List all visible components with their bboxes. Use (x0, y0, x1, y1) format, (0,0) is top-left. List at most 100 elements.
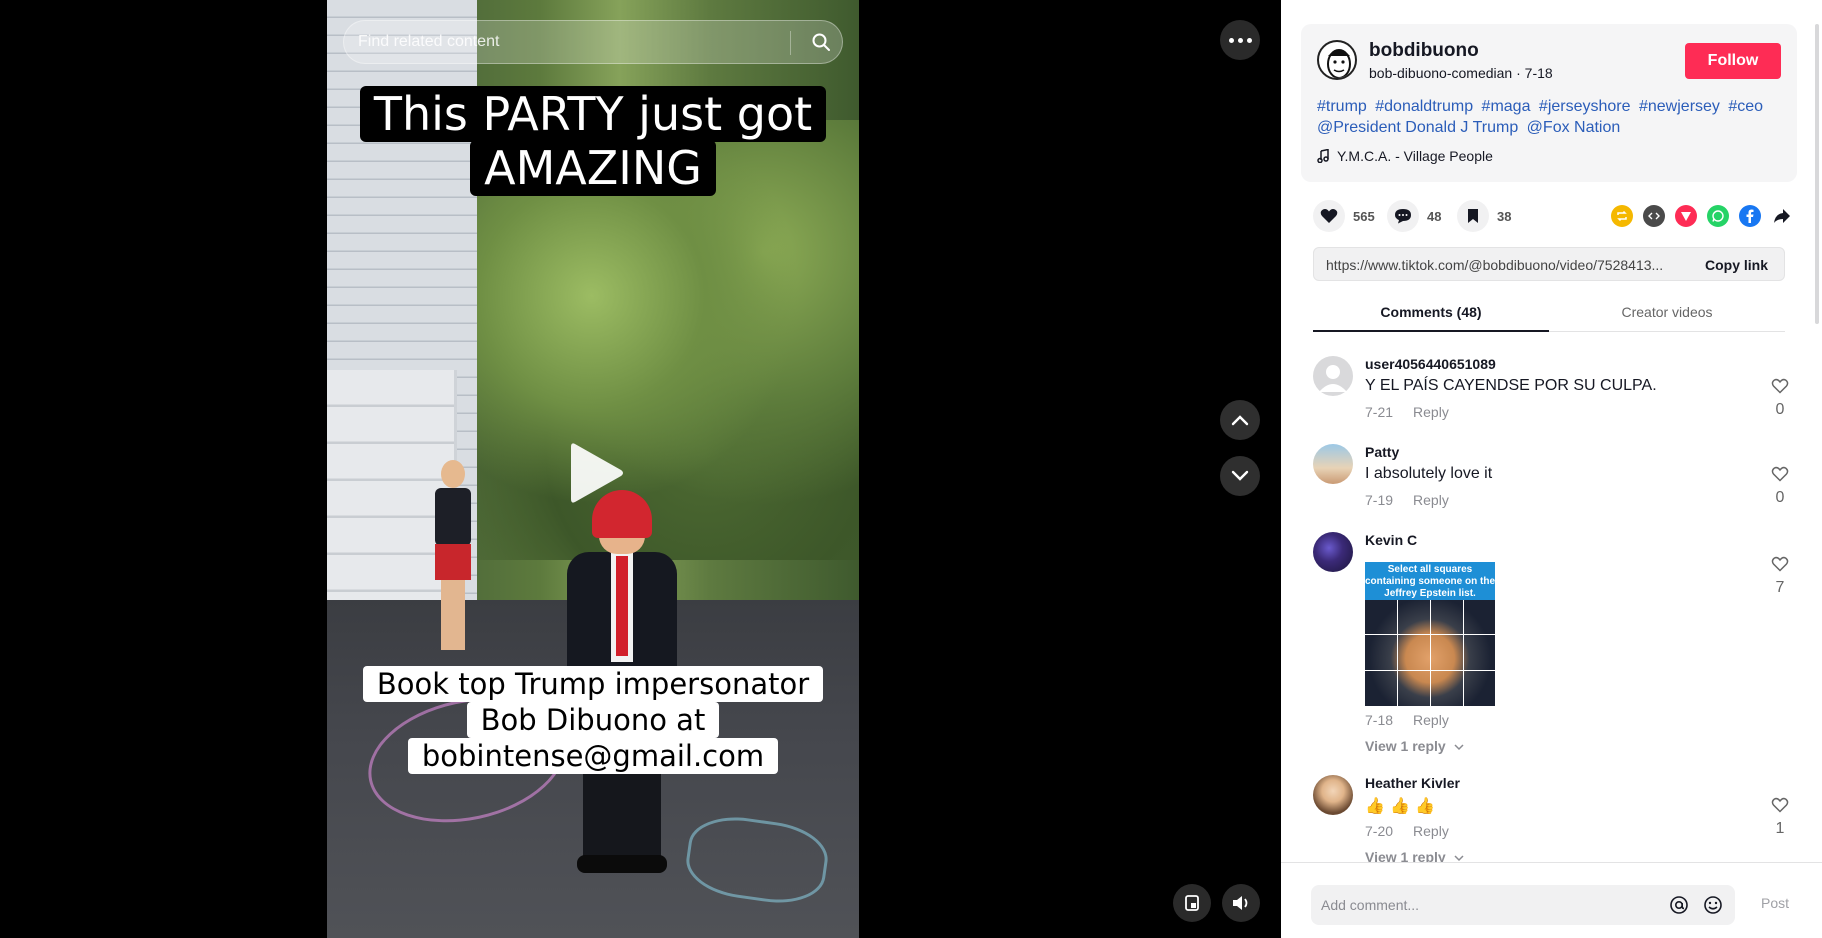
bookmark-icon (1468, 209, 1478, 223)
comment-like-count: 0 (1775, 401, 1785, 418)
comment-like-button[interactable]: 0 (1768, 378, 1792, 419)
whatsapp-icon[interactable] (1707, 205, 1729, 227)
video-area: This PARTY just got AMAZING Book top Tru… (0, 0, 1281, 938)
panel-scrollbar[interactable] (1815, 24, 1819, 324)
copy-link-button[interactable]: Copy link (1705, 257, 1768, 273)
music-info[interactable]: Y.M.C.A. - Village People (1317, 148, 1493, 164)
save-count: 38 (1497, 208, 1512, 224)
avatar[interactable] (1313, 444, 1353, 484)
post-comment-button[interactable]: Post (1761, 895, 1789, 911)
comment-username[interactable]: user4056440651089 (1365, 356, 1496, 372)
mention-icon[interactable] (1669, 895, 1689, 915)
panel-tabs: Comments (48) Creator videos (1313, 300, 1785, 332)
volume-button[interactable] (1222, 884, 1260, 922)
reply-button[interactable]: Reply (1413, 823, 1449, 839)
caption-line: Bob Dibuono at (466, 702, 720, 738)
comment-like-button[interactable]: 7 (1768, 556, 1792, 597)
comment-count: 48 (1427, 208, 1442, 224)
hashtag-link[interactable]: #trump (1317, 98, 1367, 115)
music-note-icon (1317, 149, 1329, 163)
comment-input-box[interactable] (1311, 885, 1735, 925)
comment-like-button[interactable]: 1 (1768, 797, 1792, 838)
hashtag-link[interactable]: #donaldtrump (1375, 98, 1473, 115)
comment-item: user4056440651089 Y EL PAÍS CAYENDSE POR… (1313, 356, 1793, 428)
more-options-button[interactable] (1220, 20, 1260, 60)
tab-comments[interactable]: Comments (48) (1313, 304, 1549, 320)
volume-icon (1233, 896, 1248, 910)
comment-item: Patty I absolutely love it 7-19 Reply 0 (1313, 444, 1793, 516)
mention-link[interactable]: @Fox Nation (1527, 119, 1621, 136)
send-icon[interactable] (1675, 205, 1697, 227)
description-tags: #trump #donaldtrump #maga #jerseyshore #… (1317, 96, 1787, 138)
mention-link[interactable]: @President Donald J Trump (1317, 119, 1518, 136)
comment-like-button[interactable]: 0 (1768, 466, 1792, 507)
comment-composer: Post (1281, 862, 1822, 938)
comment-meta: 7-21 Reply (1365, 404, 1449, 420)
view-replies-button[interactable]: View 1 reply (1365, 738, 1464, 754)
view-replies-button[interactable]: View 1 reply (1365, 849, 1464, 862)
captcha-grid (1365, 600, 1495, 706)
share-arrow-icon[interactable] (1771, 205, 1793, 227)
heart-icon (1320, 209, 1338, 223)
hashtag-link[interactable]: #ceo (1728, 98, 1763, 115)
tab-creator-videos[interactable]: Creator videos (1549, 304, 1785, 320)
caption-line: bobintense@gmail.com (407, 738, 779, 774)
reply-button[interactable]: Reply (1413, 712, 1449, 728)
comment-input[interactable] (1321, 885, 1641, 925)
avatar[interactable] (1317, 40, 1357, 80)
avatar[interactable] (1313, 356, 1353, 396)
picture-in-picture-icon (1185, 895, 1199, 911)
search-divider (790, 31, 791, 55)
repost-icon[interactable] (1611, 205, 1633, 227)
embed-icon[interactable] (1643, 205, 1665, 227)
facebook-icon[interactable] (1739, 205, 1761, 227)
related-search-box[interactable] (343, 20, 843, 64)
caption-line: AMAZING (470, 140, 716, 196)
search-icon[interactable] (800, 21, 842, 63)
heart-outline-icon (1771, 378, 1789, 394)
author-subtitle: bob-dibuono-comedian · 7-18 (1369, 65, 1553, 81)
hashtag-link[interactable]: #newjersey (1639, 98, 1720, 115)
comment-text: I absolutely love it (1365, 465, 1493, 482)
emoji-icon[interactable] (1703, 895, 1723, 915)
comment-like-count: 0 (1775, 489, 1785, 506)
follow-button[interactable]: Follow (1685, 43, 1781, 79)
comment-like-count: 7 (1775, 579, 1785, 596)
comment-username[interactable]: Kevin C (1365, 532, 1417, 548)
next-video-button[interactable] (1220, 456, 1260, 496)
comment-like-count: 1 (1775, 820, 1785, 837)
video-link-box: https://www.tiktok.com/@bobdibuono/video… (1313, 247, 1785, 281)
hashtag-link[interactable]: #jerseyshore (1539, 98, 1631, 115)
reply-button[interactable]: Reply (1413, 492, 1449, 508)
related-search-input[interactable] (358, 21, 778, 63)
view-replies-label: View 1 reply (1365, 849, 1446, 862)
heart-outline-icon (1771, 556, 1789, 572)
play-icon[interactable] (569, 440, 625, 506)
comment-list: user4056440651089 Y EL PAÍS CAYENDSE POR… (1281, 332, 1822, 862)
comment-button[interactable]: 48 (1387, 200, 1441, 232)
previous-video-button[interactable] (1220, 400, 1260, 440)
avatar[interactable] (1313, 532, 1353, 572)
music-title: Y.M.C.A. - Village People (1337, 148, 1493, 164)
view-replies-label: View 1 reply (1365, 738, 1446, 754)
like-count: 565 (1353, 208, 1375, 224)
save-button[interactable]: 38 (1457, 200, 1511, 232)
like-button[interactable]: 565 (1313, 200, 1375, 232)
comment-username[interactable]: Heather Kivler (1365, 775, 1460, 791)
comment-icon (1395, 209, 1411, 224)
floating-player-button[interactable] (1173, 884, 1211, 922)
comment-image[interactable]: Select all squares containing someone on… (1365, 562, 1495, 706)
author-name[interactable]: bobdibuono (1369, 40, 1479, 62)
comment-text: Y EL PAÍS CAYENDSE POR SU CULPA. (1365, 377, 1657, 394)
hashtag-link[interactable]: #maga (1482, 98, 1531, 115)
caption-line: Book top Trump impersonator (362, 666, 824, 702)
avatar[interactable] (1313, 775, 1353, 815)
comment-username[interactable]: Patty (1365, 444, 1399, 460)
caption-line: This PARTY just got (359, 86, 827, 142)
comment-text: 👍 👍 👍 (1365, 796, 1435, 815)
reply-button[interactable]: Reply (1413, 404, 1449, 420)
action-bar: 565 48 38 (1311, 200, 1791, 232)
video-url[interactable]: https://www.tiktok.com/@bobdibuono/video… (1326, 257, 1686, 273)
video-caption-bottom: Book top Trump impersonator Bob Dibuono … (327, 666, 859, 774)
video-caption-top: This PARTY just got AMAZING (327, 86, 859, 196)
